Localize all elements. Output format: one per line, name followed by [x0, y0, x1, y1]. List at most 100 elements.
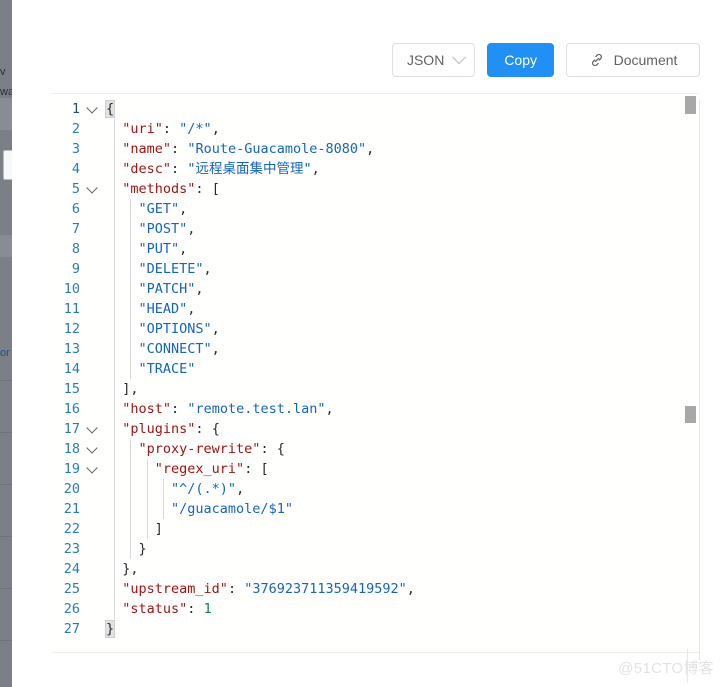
- token-str: "PATCH": [138, 281, 196, 297]
- line-number-row: 24: [51, 559, 106, 579]
- line-number: 16: [63, 401, 80, 417]
- code-line[interactable]: },: [106, 559, 699, 579]
- format-select[interactable]: JSON: [391, 43, 476, 77]
- line-number: 18: [63, 441, 80, 457]
- token-punct: :: [195, 181, 212, 197]
- sliver-divider: [0, 640, 12, 641]
- code-line[interactable]: "GET",: [106, 199, 699, 219]
- line-number: 21: [63, 501, 80, 517]
- code-content[interactable]: { "uri": "/*", "name": "Route-Guacamole-…: [104, 99, 699, 639]
- line-number-row: 6: [51, 199, 106, 219]
- code-line[interactable]: "proxy-rewrite": {: [106, 439, 699, 459]
- token-punct: ,: [211, 321, 220, 337]
- code-line[interactable]: "host": "remote.test.lan",: [106, 399, 699, 419]
- link-icon: [589, 52, 605, 68]
- sliver-divider: [0, 588, 12, 589]
- json-code-editor[interactable]: 1 2 3 4 5 6 7 8 9 10 11 12 13 14 15 16 17 18 19 20 21 22 23 24 2…: [51, 93, 699, 653]
- fold-chevron-icon[interactable]: [86, 179, 100, 199]
- token-brace: [: [211, 181, 220, 197]
- line-number-row: 16: [51, 399, 106, 419]
- token-str: "remote.test.lan": [187, 401, 326, 417]
- code-line[interactable]: "POST",: [106, 219, 699, 239]
- line-number-row: 22: [51, 519, 106, 539]
- line-number: 17: [63, 421, 80, 437]
- scrollbar-track[interactable]: [699, 100, 700, 660]
- code-line[interactable]: }: [104, 619, 699, 639]
- token-key: "uri": [122, 121, 163, 137]
- line-number-row: 11: [51, 299, 106, 319]
- line-number-row: 1: [51, 99, 106, 119]
- code-line[interactable]: "upstream_id": "376923711359419592",: [106, 579, 699, 599]
- scrollbar-thumb[interactable]: [685, 96, 696, 114]
- line-number-row: 14: [51, 359, 106, 379]
- line-number: 24: [63, 561, 80, 577]
- line-number: 4: [71, 161, 80, 177]
- copy-button[interactable]: Copy: [487, 43, 554, 77]
- token-brace: }: [138, 541, 147, 557]
- code-line[interactable]: "TRACE": [106, 359, 699, 379]
- token-punct: ,: [130, 561, 139, 577]
- line-number-row: 10: [51, 279, 106, 299]
- format-select-label: JSON: [406, 52, 445, 68]
- line-number-row: 12: [51, 319, 106, 339]
- code-line[interactable]: "desc": "远程桌面集中管理",: [106, 159, 699, 179]
- token-key: "proxy-rewrite": [138, 441, 261, 457]
- line-number-row: 21: [51, 499, 106, 519]
- token-punct: ,: [187, 301, 196, 317]
- code-line[interactable]: "OPTIONS",: [106, 319, 699, 339]
- overview-marker[interactable]: [685, 406, 696, 423]
- token-punct: ,: [406, 581, 415, 597]
- token-key: "host": [122, 401, 172, 417]
- background-app-sliver: v wa or: [0, 0, 13, 687]
- sliver-text-fragment: wa: [0, 86, 12, 98]
- token-punct: ,: [179, 241, 188, 257]
- document-button-label: Document: [613, 52, 678, 68]
- code-line[interactable]: }: [106, 539, 699, 559]
- code-line[interactable]: "plugins": {: [106, 419, 699, 439]
- fold-chevron-icon[interactable]: [86, 419, 100, 439]
- sliver-divider: [0, 536, 12, 537]
- token-punct: ,: [187, 221, 196, 237]
- token-key: "name": [122, 141, 172, 157]
- code-line[interactable]: "CONNECT",: [106, 339, 699, 359]
- token-punct: ,: [203, 261, 212, 277]
- code-line[interactable]: "DELETE",: [106, 259, 699, 279]
- token-punct: :: [195, 421, 212, 437]
- code-line[interactable]: "^/(.*)",: [106, 479, 699, 499]
- fold-chevron-icon[interactable]: [86, 459, 100, 479]
- token-str: "远程桌面集中管理": [187, 161, 312, 177]
- token-punct: ,: [366, 141, 375, 157]
- token-brace: ]: [154, 521, 163, 537]
- token-brace: {: [211, 421, 220, 437]
- code-line[interactable]: "uri": "/*",: [106, 119, 699, 139]
- fold-chevron-icon[interactable]: [86, 439, 100, 459]
- panel-gap: [12, 0, 25, 687]
- line-number-row: 2: [51, 119, 106, 139]
- copy-button-label: Copy: [504, 52, 537, 68]
- code-line[interactable]: "name": "Route-Guacamole-8080",: [106, 139, 699, 159]
- code-line[interactable]: "PATCH",: [106, 279, 699, 299]
- code-line[interactable]: "regex_uri": [: [106, 459, 699, 479]
- code-line[interactable]: ],: [106, 379, 699, 399]
- line-number: 25: [63, 581, 80, 597]
- line-number-row: 4: [51, 159, 106, 179]
- token-str: "/*": [179, 121, 212, 137]
- code-line[interactable]: ]: [106, 519, 699, 539]
- document-button[interactable]: Document: [566, 43, 700, 77]
- sliver-divider: [0, 484, 12, 485]
- line-number-row: 18: [51, 439, 106, 459]
- line-number-row: 5: [51, 179, 106, 199]
- code-line[interactable]: "status": 1: [106, 599, 699, 619]
- sliver-text-fragment: v: [0, 66, 6, 78]
- line-number: 27: [63, 621, 80, 637]
- line-number: 9: [71, 261, 80, 277]
- token-num: 1: [203, 601, 212, 617]
- code-line[interactable]: "HEAD",: [106, 299, 699, 319]
- token-str: "376923711359419592": [244, 581, 407, 597]
- code-line[interactable]: "/guacamole/$1": [106, 499, 699, 519]
- fold-chevron-icon[interactable]: [86, 99, 100, 119]
- code-line[interactable]: {: [104, 99, 699, 119]
- code-line[interactable]: "PUT",: [106, 239, 699, 259]
- code-line[interactable]: "methods": [: [106, 179, 699, 199]
- token-key: "regex_uri": [154, 461, 245, 477]
